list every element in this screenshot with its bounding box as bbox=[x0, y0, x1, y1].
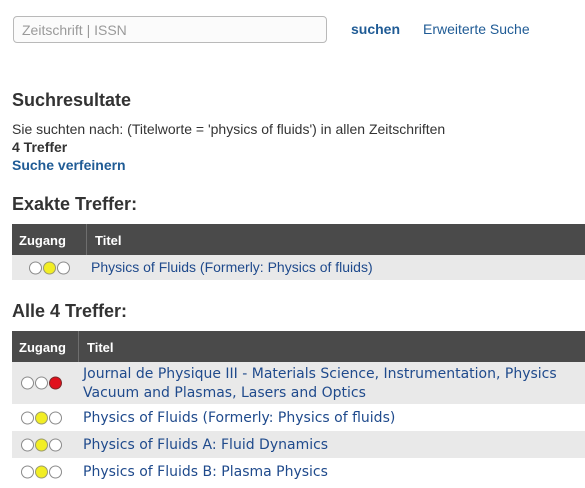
column-divider bbox=[86, 224, 87, 255]
table-row: Journal de Physique III - Materials Scie… bbox=[12, 362, 585, 404]
light-yellow-icon bbox=[43, 261, 56, 274]
all-matches-heading: Alle 4 Treffer: bbox=[12, 301, 128, 321]
light-yellow-icon bbox=[35, 411, 48, 424]
light-off-icon bbox=[21, 465, 34, 478]
column-divider bbox=[78, 331, 79, 362]
access-traffic-light-icon bbox=[21, 438, 62, 451]
light-off-icon bbox=[49, 411, 62, 424]
access-traffic-light-icon bbox=[21, 376, 62, 390]
light-off-icon bbox=[35, 376, 48, 390]
light-red-icon bbox=[49, 376, 62, 390]
table-row: Physics of Fluids (Formerly: Physics of … bbox=[12, 255, 585, 280]
table-header: Zugang Titel bbox=[12, 224, 585, 255]
advanced-search-link[interactable]: Erweiterte Suche bbox=[423, 21, 530, 37]
light-off-icon bbox=[49, 465, 62, 478]
light-off-icon bbox=[21, 438, 34, 451]
query-description: Sie suchten nach: (Titelworte = 'physics… bbox=[12, 121, 446, 137]
light-yellow-icon bbox=[35, 465, 48, 478]
light-off-icon bbox=[21, 376, 34, 390]
light-off-icon bbox=[49, 438, 62, 451]
light-yellow-icon bbox=[35, 438, 48, 451]
column-header-title: Titel bbox=[87, 340, 114, 355]
journal-link[interactable]: Physics of Fluids B: Plasma Physics bbox=[83, 463, 328, 482]
journal-link[interactable]: Physics of Fluids (Formerly: Physics of … bbox=[83, 409, 395, 428]
light-off-icon bbox=[21, 411, 34, 424]
journal-link[interactable]: Journal de Physique III - Materials Scie… bbox=[83, 365, 557, 384]
journal-link[interactable]: Physics of Fluids (Formerly: Physics of … bbox=[91, 258, 373, 277]
column-header-title: Titel bbox=[95, 233, 122, 248]
light-off-icon bbox=[29, 261, 42, 274]
refine-search-link[interactable]: Suche verfeinern bbox=[12, 157, 126, 173]
column-header-access: Zugang bbox=[19, 340, 66, 355]
results-heading: Suchresultate bbox=[12, 90, 132, 110]
column-header-access: Zugang bbox=[19, 233, 66, 248]
all-matches-table: Zugang Titel Journal de Physique III - M… bbox=[12, 331, 585, 485]
exact-matches-table: Zugang Titel Physics of Fluids (Formerly… bbox=[12, 224, 585, 280]
journal-link[interactable]: Physics of Fluids A: Fluid Dynamics bbox=[83, 436, 328, 455]
hit-count: 4 Treffer bbox=[12, 139, 68, 155]
table-header: Zugang Titel bbox=[12, 331, 585, 362]
journal-search-input[interactable] bbox=[13, 16, 327, 43]
light-off-icon bbox=[57, 261, 70, 274]
exact-matches-heading: Exakte Treffer: bbox=[12, 194, 138, 214]
table-row: Physics of Fluids B: Plasma Physics bbox=[12, 458, 585, 485]
access-traffic-light-icon bbox=[29, 261, 70, 274]
search-button[interactable]: suchen bbox=[351, 21, 400, 37]
table-row: Physics of Fluids A: Fluid Dynamics bbox=[12, 431, 585, 458]
access-traffic-light-icon bbox=[21, 411, 62, 424]
journal-link-continued[interactable]: Vacuum and Plasmas, Lasers and Optics bbox=[83, 384, 366, 403]
table-row: Physics of Fluids (Formerly: Physics of … bbox=[12, 404, 585, 431]
access-traffic-light-icon bbox=[21, 465, 62, 478]
